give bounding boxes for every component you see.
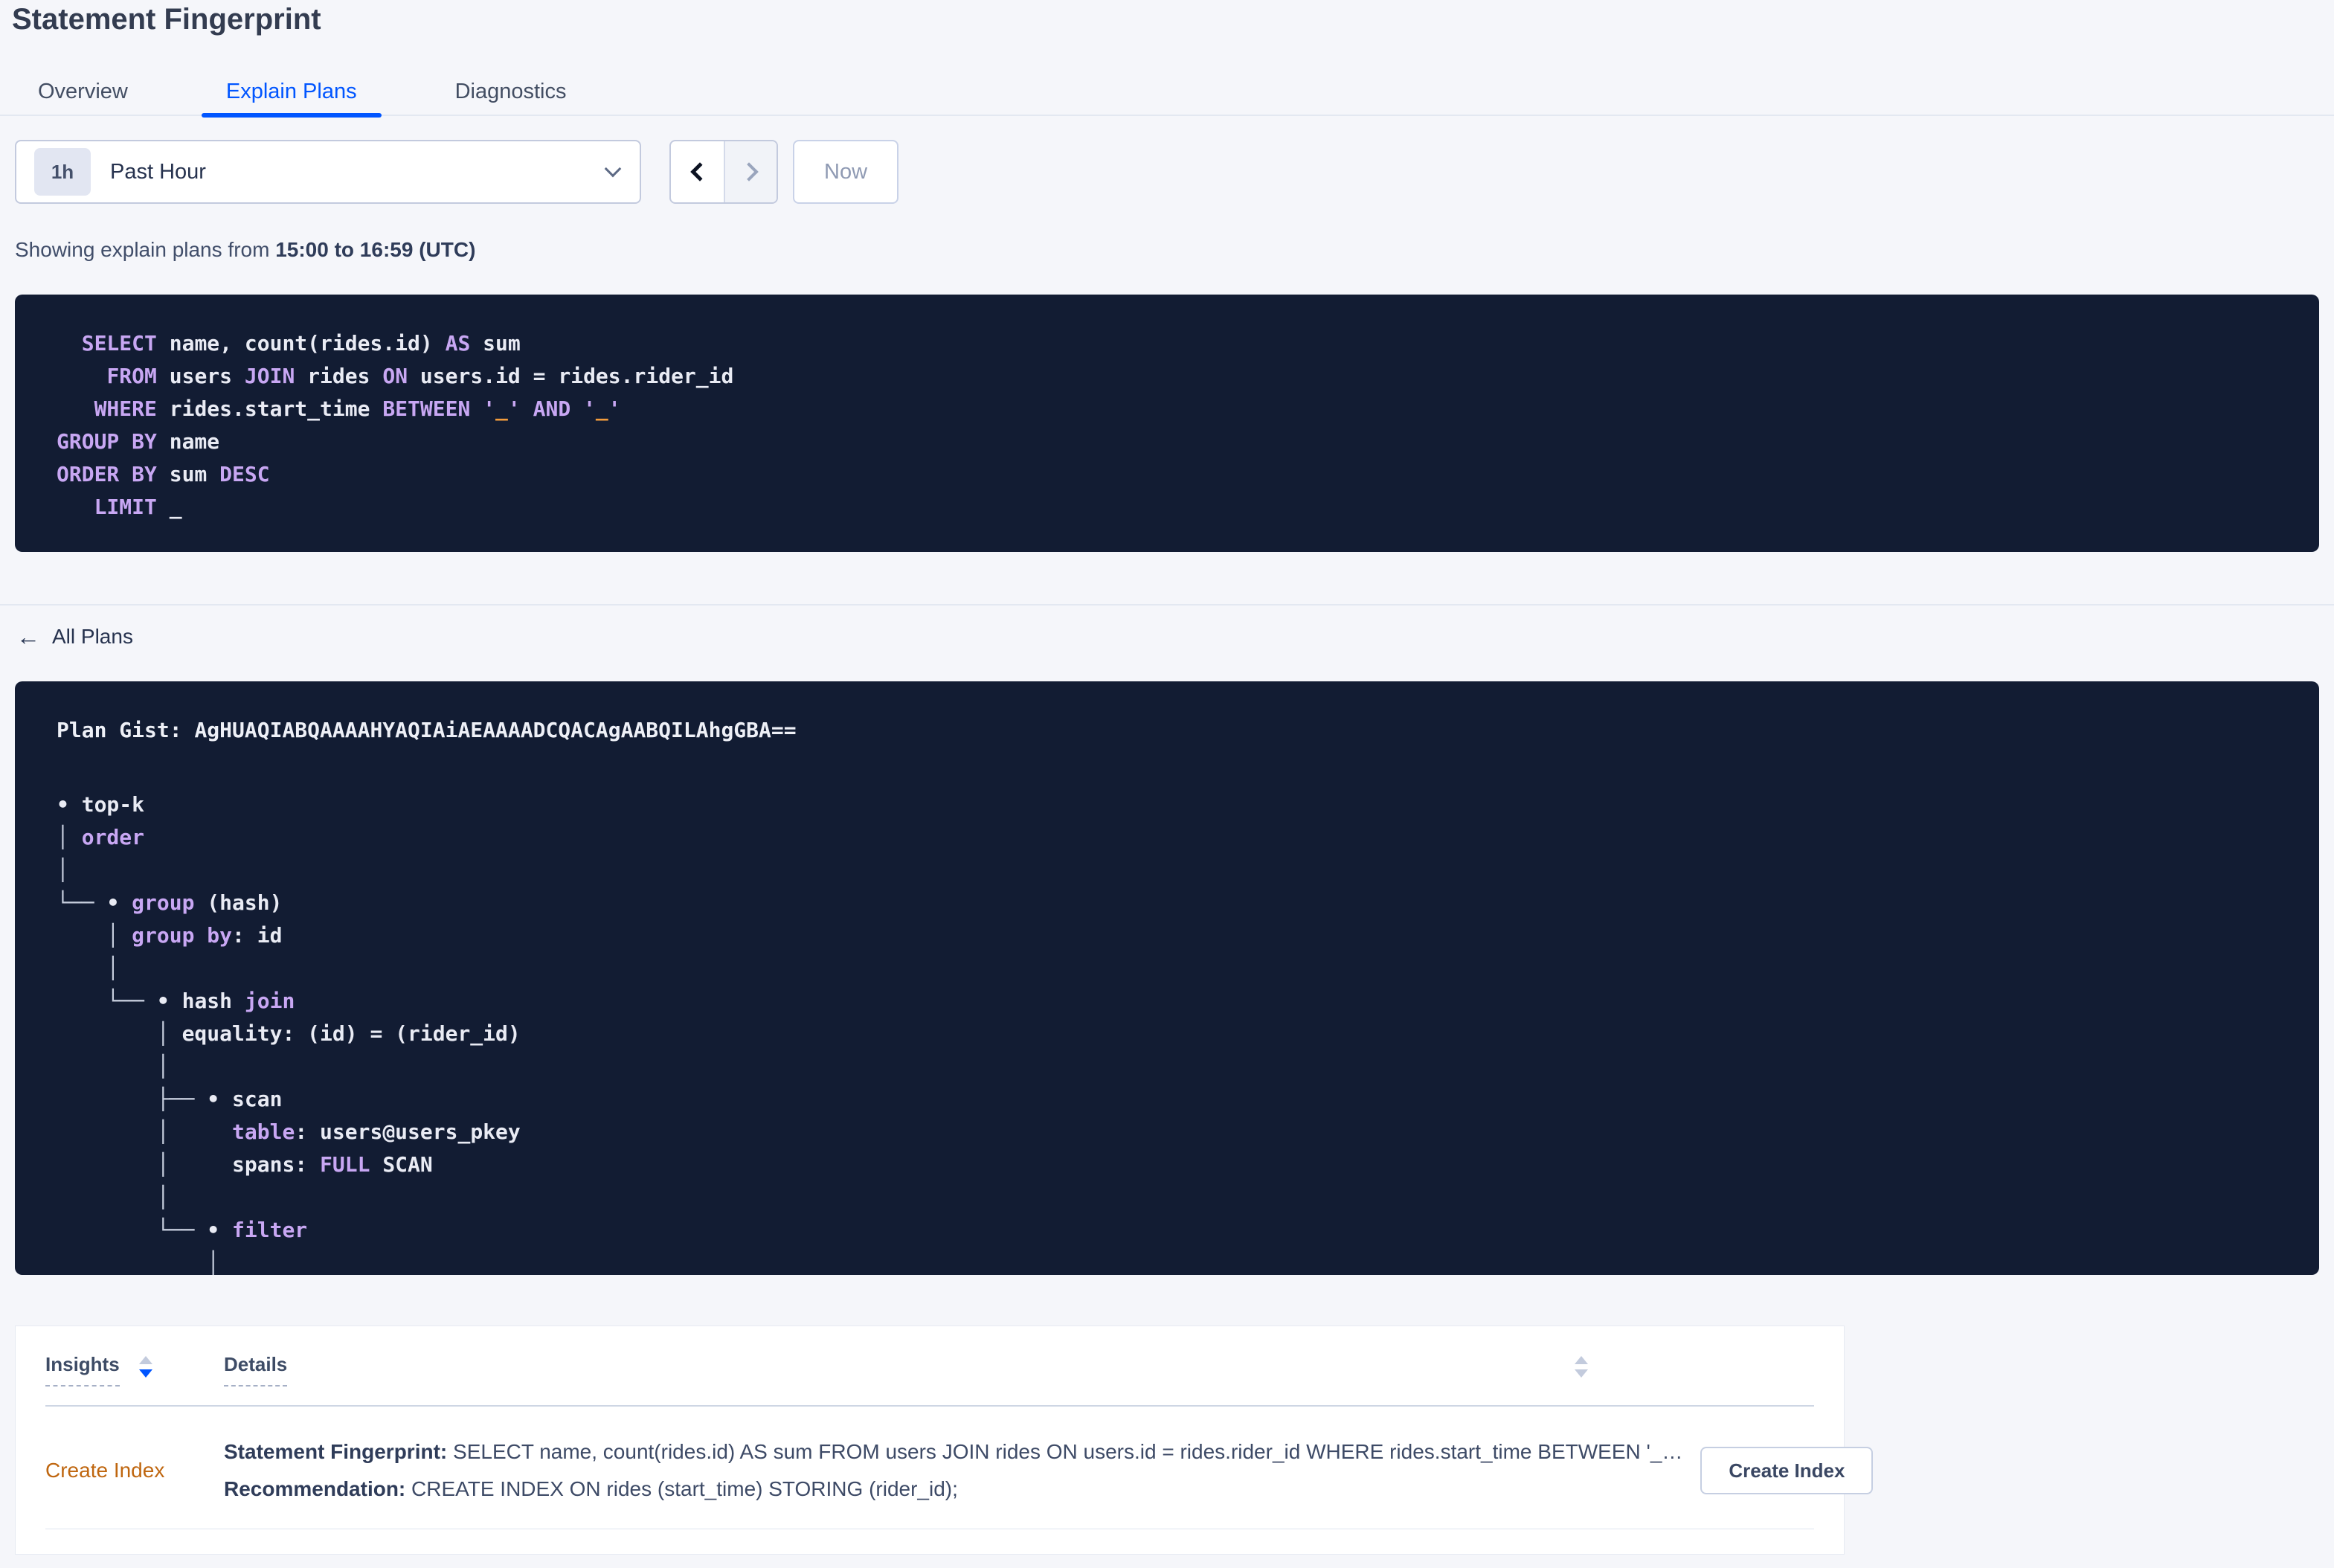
tab-overview[interactable]: Overview xyxy=(13,68,152,115)
insight-row: Create Index Statement Fingerprint: SELE… xyxy=(45,1407,1874,1529)
chevron-down-icon xyxy=(604,160,622,178)
insight-recommendation-text: CREATE INDEX ON rides (start_time) STORI… xyxy=(405,1477,958,1500)
insights-table-header: Insights Details xyxy=(45,1326,1814,1407)
back-arrow-icon: ← xyxy=(16,623,40,650)
tab-explain-plans[interactable]: Explain Plans xyxy=(201,68,382,118)
previous-interval-button[interactable] xyxy=(671,141,724,202)
showing-range-prefix: Showing explain plans from xyxy=(15,238,276,261)
plan-tree: • top-k │ order │ └── • group (hash) │ grou… xyxy=(57,792,521,1275)
details-sort-control[interactable] xyxy=(1575,1356,1588,1378)
insight-type-label: Create Index xyxy=(45,1459,165,1482)
plan-gist-line: Plan Gist: AgHUAQIABQAAAAHYAQIAiAEAAAADC… xyxy=(57,714,2319,747)
time-controls: 1h Past Hour Now xyxy=(15,140,2334,204)
sort-asc-icon xyxy=(1575,1356,1588,1364)
plan-gist-block: Plan Gist: AgHUAQIABQAAAAHYAQIAiAEAAAADC… xyxy=(15,681,2319,1275)
showing-range-value: 15:00 to 16:59 (UTC) xyxy=(275,238,476,261)
time-range-badge: 1h xyxy=(34,148,91,196)
insight-details-cell: Statement Fingerprint: SELECT name, coun… xyxy=(224,1433,1682,1508)
details-column-label: Details xyxy=(224,1353,288,1387)
insights-column-label: Insights xyxy=(45,1353,120,1387)
insight-recommendation-line: Recommendation: CREATE INDEX ON rides (s… xyxy=(224,1471,1682,1508)
insight-row-action: Create Index xyxy=(1682,1447,1891,1494)
time-pager xyxy=(669,140,778,204)
time-range-label: Past Hour xyxy=(110,159,206,184)
showing-range-text: Showing explain plans from 15:00 to 16:5… xyxy=(15,235,2334,265)
all-plans-label: All Plans xyxy=(52,625,133,648)
insights-table-card: Insights Details Create Index Statement … xyxy=(15,1326,1874,1555)
plan-gist-value: AgHUAQIABQAAAAHYAQIAiAEAAAADCQACAgAABQIL… xyxy=(194,718,797,742)
all-plans-back-link[interactable]: ← All Plans xyxy=(16,617,133,656)
section-divider xyxy=(0,604,2334,605)
sort-desc-icon xyxy=(138,1369,152,1378)
tab-bar: Overview Explain Plans Diagnostics xyxy=(0,68,2334,118)
next-interval-button[interactable] xyxy=(724,141,777,202)
chevron-left-icon xyxy=(689,162,710,181)
tab-diagnostics[interactable]: Diagnostics xyxy=(431,68,591,115)
insight-fingerprint-text: SELECT name, count(rides.id) AS sum FROM… xyxy=(447,1440,1683,1463)
insight-fingerprint-label: Statement Fingerprint: xyxy=(224,1440,448,1463)
sql-code: SELECT name, count(rides.id) AS sum FROM… xyxy=(57,331,734,519)
create-index-button[interactable]: Create Index xyxy=(1700,1447,1874,1494)
insights-sort-control[interactable] xyxy=(138,1356,152,1378)
sort-desc-icon xyxy=(1575,1369,1588,1378)
chevron-right-icon xyxy=(739,162,759,181)
insights-column-header[interactable]: Insights xyxy=(45,1353,224,1387)
time-range-dropdown[interactable]: 1h Past Hour xyxy=(15,140,641,204)
sql-fingerprint-block: SELECT name, count(rides.id) AS sum FROM… xyxy=(15,295,2319,552)
sort-asc-icon xyxy=(138,1356,152,1364)
insight-recommendation-label: Recommendation: xyxy=(224,1477,406,1500)
insight-fingerprint-line: Statement Fingerprint: SELECT name, coun… xyxy=(224,1433,1682,1471)
page-title: Statement Fingerprint xyxy=(12,3,321,36)
plan-gist-label: Plan Gist: xyxy=(57,718,195,742)
details-column-header[interactable]: Details xyxy=(224,1353,1606,1387)
now-button[interactable]: Now xyxy=(793,140,899,204)
